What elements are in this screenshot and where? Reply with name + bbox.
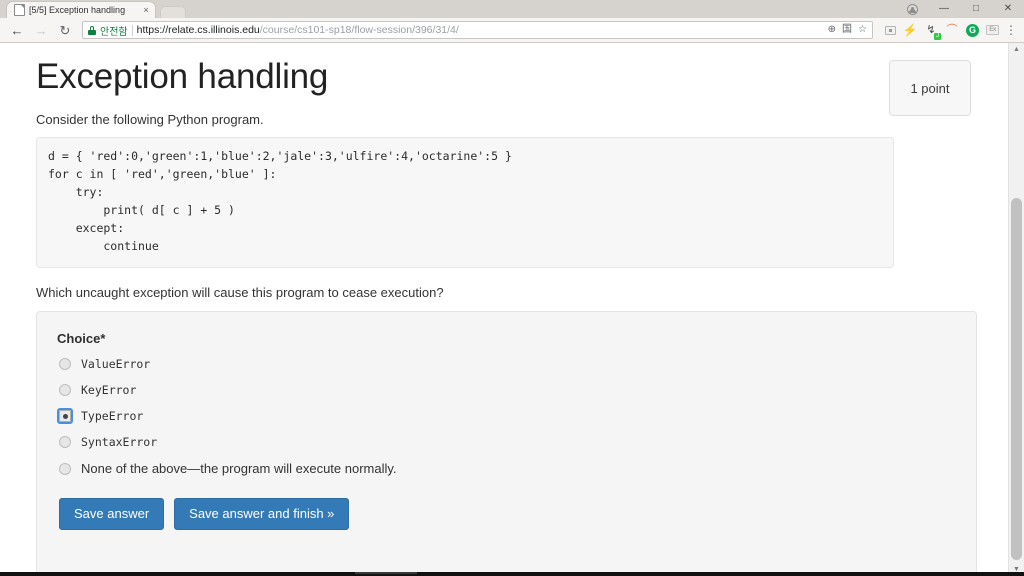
profile-button[interactable] (896, 0, 928, 18)
browser-window: [5/5] Exception handling × — □ ✕ ← → ↻ 안… (0, 0, 1024, 576)
tab-strip: [5/5] Exception handling × — □ ✕ (0, 0, 1024, 18)
choice-option-none-of-the-above[interactable]: None of the above—the program will execu… (57, 461, 956, 476)
reload-icon[interactable]: ↻ (54, 19, 76, 41)
window-controls: — □ ✕ (896, 0, 1024, 18)
omnibox-actions: ⊕ 国 ☆ (824, 25, 867, 35)
radio-button[interactable] (59, 384, 71, 396)
browser-tab[interactable]: [5/5] Exception handling × (6, 1, 156, 18)
browser-toolbar: ← → ↻ 안전함 https://relate.cs.illinois.edu… (0, 18, 1024, 43)
choice-label: KeyError (81, 383, 137, 397)
choice-legend: Choice* (57, 331, 106, 346)
close-window-button[interactable]: ✕ (992, 0, 1024, 18)
url-path: /course/cs101-sp18/flow-session/396/31/4… (259, 24, 459, 36)
choice-option-keyerror[interactable]: KeyError (57, 383, 956, 397)
tab-close-icon[interactable]: × (141, 5, 151, 15)
maximize-button[interactable]: □ (960, 0, 992, 18)
form-actions: Save answer Save answer and finish » (57, 498, 956, 530)
forward-icon: → (34, 22, 48, 38)
json-extension-icon[interactable]: ↯ (924, 23, 941, 40)
bottom-edge-notch (355, 572, 417, 574)
secure-label: 안전함 (100, 26, 128, 38)
tab-title: [5/5] Exception handling (29, 5, 126, 15)
lead-text: Consider the following Python program. (36, 112, 264, 127)
scroll-up-icon[interactable]: ▲ (1009, 43, 1024, 56)
translate-icon[interactable]: 国 (842, 25, 852, 35)
lightning-extension-icon[interactable]: ⚡ (903, 23, 918, 37)
extension-toolbar: ⚡ ↯ ⌒ G Ex ⋮ (880, 23, 1018, 40)
code-block: d = { 'red':0,'green':1,'blue':2,'jale':… (36, 137, 894, 268)
choice-option-valueerror[interactable]: ValueError (57, 357, 956, 371)
radio-button-selected[interactable] (57, 408, 73, 424)
grammarly-extension-icon[interactable]: G (966, 23, 979, 37)
choice-option-syntaxerror[interactable]: SyntaxError (57, 435, 956, 449)
choice-label: TypeError (81, 409, 144, 423)
choice-label: None of the above—the program will execu… (81, 461, 397, 476)
zoom-icon[interactable]: ⊕ (828, 25, 836, 35)
bookmark-star-icon[interactable]: ☆ (858, 25, 867, 35)
page-title: Exception handling (36, 57, 329, 96)
curve-extension-icon[interactable]: ⌒ (945, 23, 959, 37)
question-text: Which uncaught exception will cause this… (36, 285, 444, 300)
choice-label: ValueError (81, 357, 151, 371)
minimize-button[interactable]: — (928, 0, 960, 18)
page-content: 1 point Exception handling Consider the … (0, 43, 1008, 576)
page-scrollbar[interactable]: ▲ ▼ (1008, 43, 1024, 576)
point-badge: 1 point (889, 60, 971, 116)
save-answer-button[interactable]: Save answer (59, 498, 165, 530)
screenshot-extension-icon[interactable] (885, 25, 896, 35)
radio-button[interactable] (59, 358, 71, 370)
radio-button[interactable] (59, 436, 71, 448)
profile-icon (906, 3, 918, 15)
tab-favicon-icon (14, 4, 25, 16)
new-tab-button[interactable] (160, 6, 186, 18)
radio-button[interactable] (59, 462, 71, 475)
omnibox-divider (131, 24, 133, 36)
save-answer-and-finish-button[interactable]: Save answer and finish » (174, 498, 350, 530)
address-bar[interactable]: 안전함 https://relate.cs.illinois.edu/cours… (82, 21, 873, 39)
url-text: https://relate.cs.illinois.edu/course/cs… (137, 24, 820, 36)
python-code: d = { 'red':0,'green':1,'blue':2,'jale':… (48, 149, 512, 253)
chrome-menu-icon[interactable]: ⋮ (1005, 23, 1017, 37)
url-scheme-host: https://relate.cs.illinois.edu (136, 24, 260, 36)
window-bottom-edge (0, 572, 1024, 576)
choice-panel: Choice* ValueError KeyError TypeError Sy… (36, 311, 977, 575)
ex-extension-icon[interactable]: Ex (986, 25, 999, 35)
choice-option-typeerror[interactable]: TypeError (57, 408, 956, 424)
page-viewport: 1 point Exception handling Consider the … (0, 43, 1024, 576)
choice-label: SyntaxError (81, 435, 158, 449)
back-icon[interactable]: ← (6, 19, 28, 41)
lock-icon (88, 25, 96, 35)
scrollbar-thumb[interactable] (1011, 198, 1022, 560)
